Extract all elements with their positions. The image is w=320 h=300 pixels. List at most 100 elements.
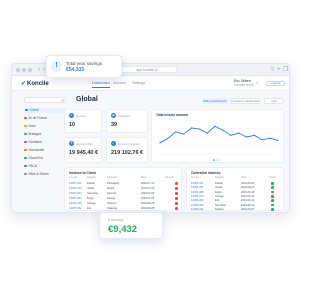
sidebar-item[interactable]: Ile de France (24, 116, 47, 121)
supplier-icon: ◉ (111, 113, 116, 118)
invoice-amount-chart-card: Total invoice amount (151, 109, 284, 163)
controlled-invoices-card: Controlled invoices Invoice Supplier Dat… (186, 167, 284, 211)
cell-date: 2023-06-25 (141, 207, 155, 210)
status-indicator (175, 182, 178, 185)
logout-button[interactable]: Log out (266, 81, 285, 86)
new-tab-icon[interactable]: + (277, 66, 281, 74)
cell-invoice[interactable]: F2306-041 (191, 207, 204, 212)
sidebar-item-label: Normandie (28, 148, 45, 152)
app-window: ‹ › app.koncile.ai ⇧ + ❐ ✔Koncile Dashbo… (11, 63, 290, 213)
cell-supplier: Elis (87, 207, 92, 210)
chart-point[interactable] (190, 127, 193, 129)
sidebar-item-label: Bretagne (28, 132, 42, 136)
sidebar-search-input[interactable]: ⚲ (24, 97, 66, 103)
chart-point[interactable] (222, 129, 224, 131)
chart-point[interactable] (159, 142, 161, 144)
sidebar-item[interactable]: Bretagne (24, 132, 41, 137)
column-header: Category (107, 176, 118, 179)
tab-contracts-dashboard[interactable]: Contracts dashboard (230, 98, 260, 104)
column-header: Invoice (69, 176, 78, 179)
tabs-icon[interactable]: ❐ (283, 66, 288, 74)
sidebar-item[interactable]: PACA (24, 164, 37, 169)
sidebar-item-label: PACA (28, 164, 37, 168)
nav-dashboard[interactable]: Dashboard (92, 81, 110, 88)
pending-label: € Savings (108, 218, 124, 222)
sidebar-item[interactable]: Normandie (24, 148, 44, 153)
chart-point[interactable] (175, 131, 177, 133)
savings-label: Total year savings (66, 61, 103, 66)
status-indicator (175, 197, 178, 200)
sidebar-item[interactable]: Global (24, 108, 66, 113)
region-dot-icon (24, 148, 27, 152)
column-header: Status (269, 176, 277, 179)
kpi-card-invoices[interactable]: ≡ Invoices 10 (64, 109, 102, 133)
back-arrow-icon[interactable]: ‹ (38, 66, 40, 74)
chart-point[interactable] (198, 128, 200, 130)
chart-point[interactable] (206, 132, 208, 134)
chart-pager-dot[interactable] (219, 159, 221, 161)
chart-pager-dot[interactable] (213, 159, 215, 161)
chart-point[interactable] (277, 139, 279, 141)
cell-invoice[interactable]: F2307-052 (69, 206, 82, 211)
kpi-value: 10 (69, 122, 76, 128)
status-indicator (271, 207, 274, 211)
chart-pager-dot[interactable] (216, 159, 218, 161)
nav-settings[interactable]: Settings (132, 81, 145, 85)
column-header: Date (241, 176, 247, 179)
kpi-card-suppliers[interactable]: ◉ Suppliers 39 (106, 109, 148, 133)
chart-point[interactable] (183, 133, 185, 135)
kpi-card-amount-checked[interactable]: ✓ Amount checked 219 102,76 € (106, 137, 148, 163)
bell-icon[interactable]: ♪ (256, 80, 259, 86)
table-title: Controlled invoices (191, 171, 221, 175)
brand-name: Koncile (27, 81, 49, 87)
column-header: Invoice (191, 176, 200, 179)
cell-supplier: Sodexo (215, 207, 224, 211)
tab-billing-dashboard[interactable]: Billing dashboard (202, 98, 228, 104)
kpi-label: Amount billed (76, 142, 93, 146)
forward-arrow-icon[interactable]: › (43, 66, 45, 74)
chart-point[interactable] (253, 134, 255, 136)
window-minimize-dot[interactable] (22, 68, 26, 72)
column-header: Date (141, 176, 147, 179)
year-savings-popover: Total year savings €54,333 (46, 55, 122, 78)
status-indicator (175, 192, 178, 195)
user-team: Koncile team (234, 83, 254, 87)
sidebar-item[interactable]: Sites & Stores (24, 172, 49, 177)
chart-point[interactable] (214, 125, 216, 127)
kpi-card-amount-billed[interactable]: € Amount billed 19 945,40 € (64, 137, 102, 163)
region-dot-icon (24, 164, 27, 168)
sidebar-item[interactable]: Grand Est (24, 156, 43, 161)
user-info[interactable]: Eric Gilbert Koncile team (234, 79, 254, 87)
sidebar: ⚲ Global Ile de France Nord Bretagne Occitan… (24, 97, 69, 207)
savings-value: €54,333 (66, 67, 85, 73)
chart-point[interactable] (269, 137, 271, 139)
sidebar-item[interactable]: Nord (24, 124, 35, 129)
cell-category: Cleaning (107, 207, 118, 210)
table-row[interactable]: F2307-052 Elis Cleaning 2023-06-25 (69, 206, 179, 211)
chart-point[interactable] (238, 132, 240, 134)
url-bar[interactable]: app.koncile.ai (117, 66, 177, 73)
sidebar-item-label: Grand Est (28, 156, 43, 160)
window-close-dot[interactable] (16, 68, 20, 72)
kpi-label: Amount checked (118, 142, 139, 146)
nav-invoices[interactable]: Invoices (113, 81, 126, 85)
region-dot-icon (24, 140, 27, 144)
year-select[interactable]: Year (264, 98, 284, 104)
sidebar-item-label: Occitanie (28, 140, 42, 144)
pending-savings-popover: € Savings €9,432 (99, 212, 163, 239)
region-dot-icon (25, 108, 28, 112)
region-dot-icon (24, 116, 27, 120)
chart-point[interactable] (261, 139, 263, 141)
status-indicator (175, 187, 178, 190)
chart-point[interactable] (230, 134, 232, 136)
chart-point[interactable] (167, 137, 169, 140)
sidebar-item[interactable]: Occitanie (24, 140, 42, 145)
table-row[interactable]: F2306-041 Sodexo 2023-06-07 (191, 207, 281, 212)
sidebar-item-label: Ile de France (28, 116, 48, 120)
share-icon[interactable]: ⇧ (270, 66, 275, 74)
app-logo[interactable]: ✔Koncile (21, 80, 49, 87)
chart-point[interactable] (245, 136, 248, 138)
window-maximize-dot[interactable] (28, 68, 32, 72)
page-title: Global (76, 96, 98, 103)
kpi-value: 39 (111, 122, 118, 128)
